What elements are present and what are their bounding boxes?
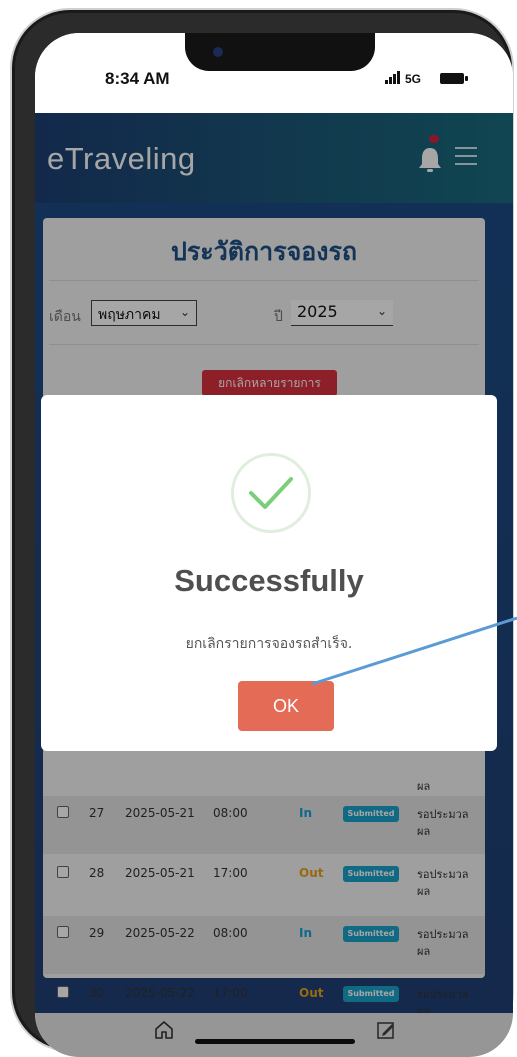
ok-button[interactable]: OK xyxy=(238,681,334,731)
status-bar: 8:34 AM 5G xyxy=(35,33,513,113)
signal-icon: 5G xyxy=(385,71,435,88)
signal-bars-icon: 5G xyxy=(385,71,421,86)
phone-frame: 8:34 AM 5G eTraveling ประวัติการจองรถ เด… xyxy=(12,10,513,1057)
success-dialog: Successfully ยกเลิกรายการจองรถสำเร็จ. OK xyxy=(41,395,497,751)
dialog-message: ยกเลิกรายการจองรถสำเร็จ. xyxy=(185,636,353,652)
dialog-title: Successfully xyxy=(174,563,364,598)
check-circle-icon xyxy=(231,453,311,533)
camera xyxy=(213,47,223,57)
screen: 8:34 AM 5G eTraveling ประวัติการจองรถ เด… xyxy=(35,33,513,1057)
status-time: 8:34 AM xyxy=(105,69,170,88)
check-icon xyxy=(249,477,293,509)
network-label: 5G xyxy=(405,72,421,85)
battery-icon xyxy=(440,73,468,84)
